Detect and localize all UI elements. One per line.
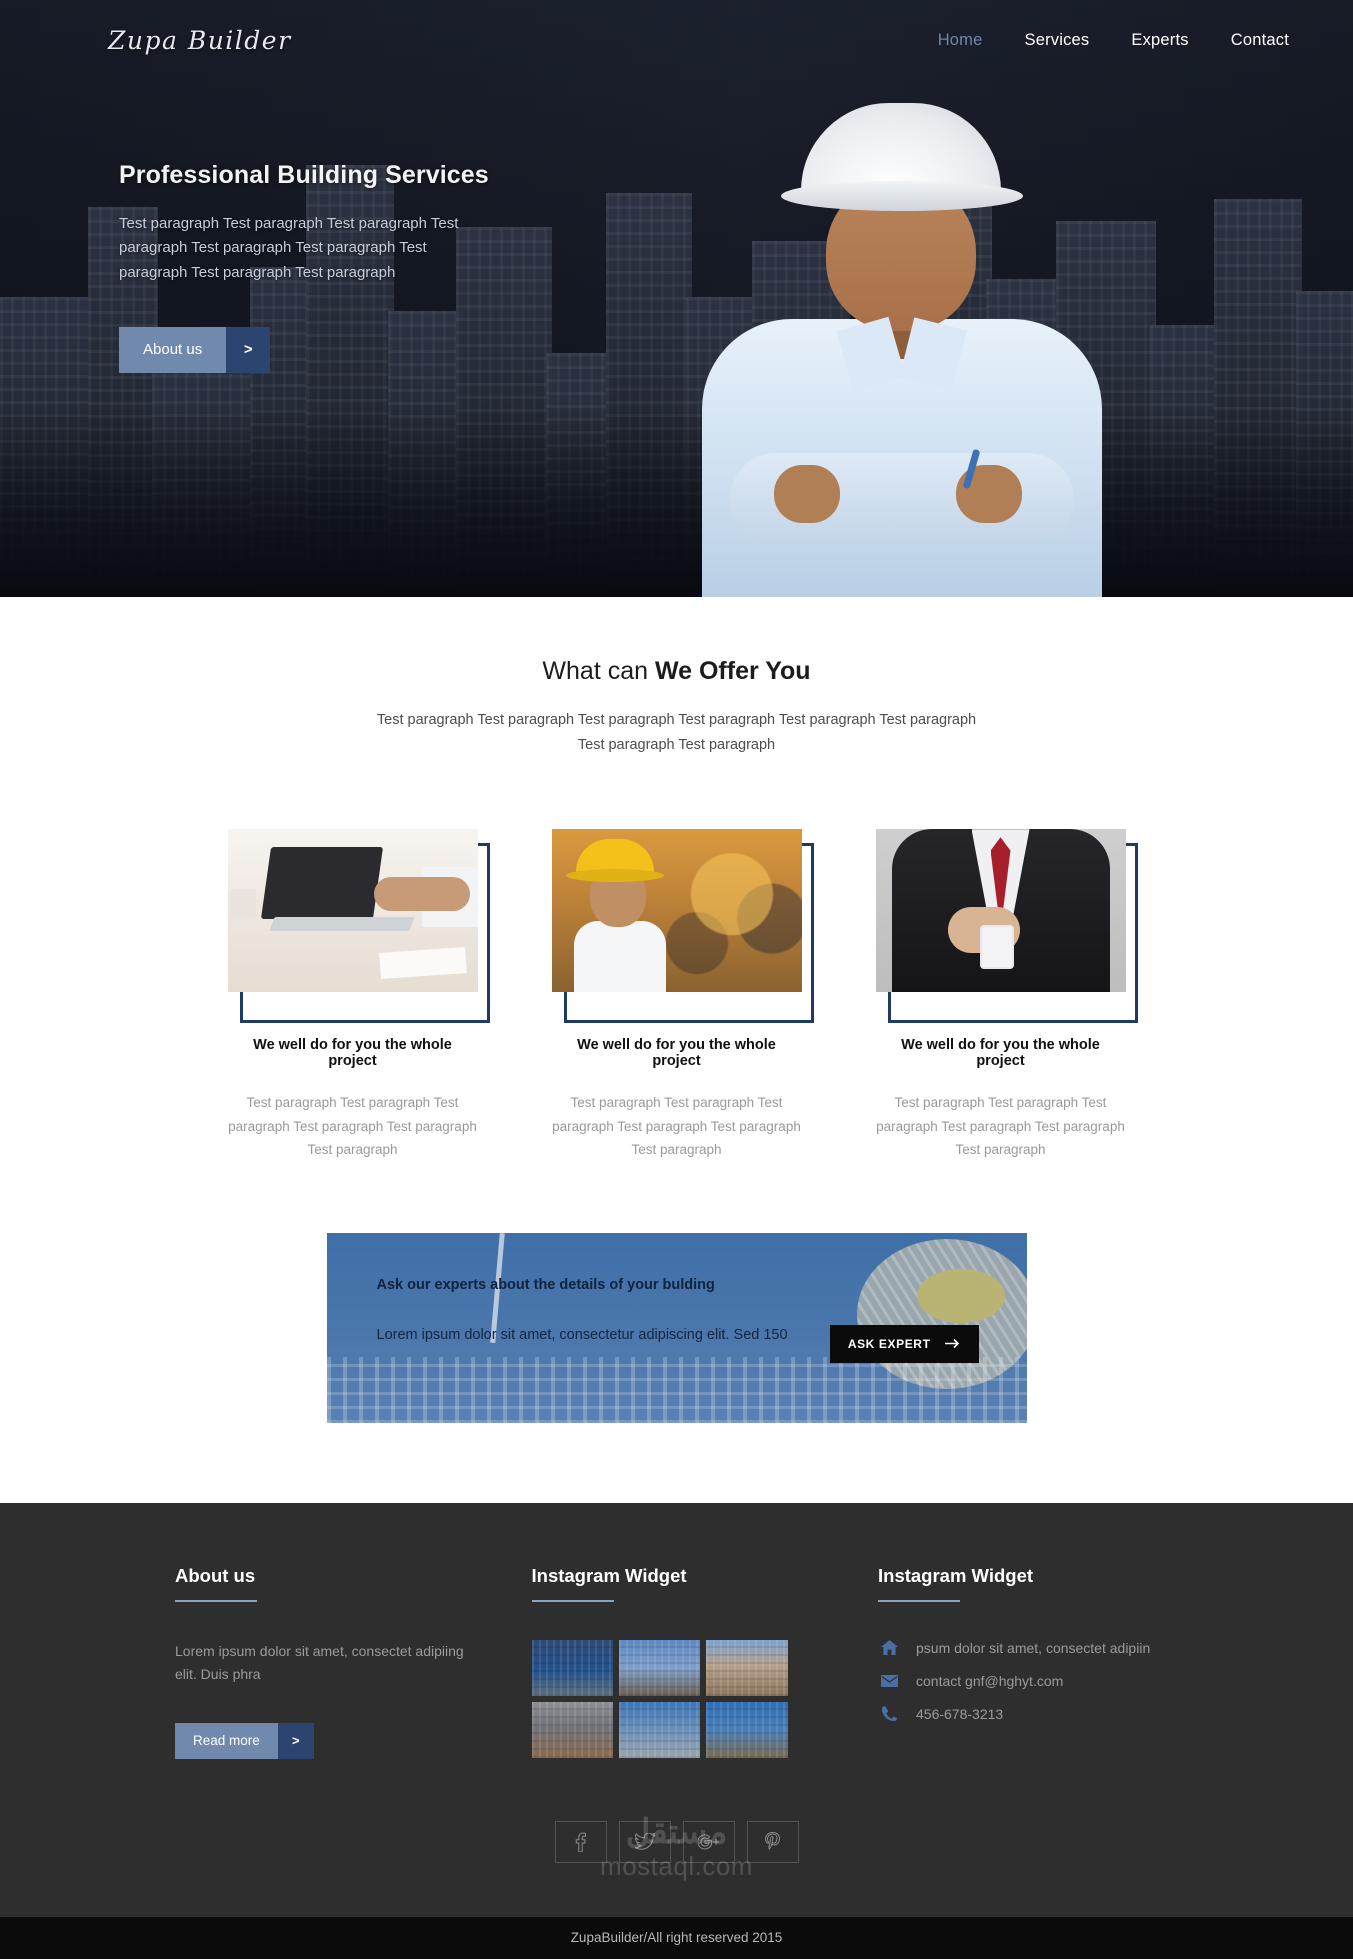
contact-address-row: psum dolor sit amet, consectet adipiin	[878, 1640, 1178, 1656]
hero-paragraph: Test paragraph Test paragraph Test parag…	[119, 215, 459, 281]
offer-card: We well do for you the whole project Tes…	[227, 829, 490, 1161]
facebook-icon[interactable]	[554, 1820, 607, 1863]
card-image-frame	[227, 829, 490, 1024]
arrow-right-icon	[944, 1339, 959, 1349]
card-text: Test paragraph Test paragraph Test parag…	[228, 1095, 477, 1157]
footer-columns: About us Lorem ipsum dolor sit amet, con…	[0, 1565, 1353, 1759]
card-image-frame	[551, 829, 814, 1024]
offer-heading-light: What can	[542, 657, 655, 685]
footer-contact-heading: Instagram Widget	[878, 1564, 1034, 1586]
city-skyline-thumb[interactable]	[618, 1639, 701, 1696]
offer-heading-bold: We Offer You	[654, 657, 811, 685]
footer-instagram-column: Instagram Widget	[531, 1564, 822, 1759]
offer-card: We well do for you the whole project Tes…	[551, 829, 814, 1161]
construction-worker-photo	[551, 829, 802, 993]
about-us-button-label[interactable]: About us	[119, 326, 227, 373]
handing-keys-photo	[875, 829, 1126, 993]
phone-icon	[878, 1706, 900, 1722]
ask-expert-button-label: ASK EXPERT	[847, 1336, 931, 1351]
card-text: Test paragraph Test paragraph Test parag…	[552, 1095, 801, 1157]
offer-subtitle: Test paragraph Test paragraph Test parag…	[376, 712, 977, 753]
main-navigation: Zupa Builder Home Services Experts Conta…	[0, 0, 1353, 55]
highrise-towers-thumb[interactable]	[618, 1701, 701, 1758]
card-title: We well do for you the whole project	[577, 1037, 776, 1070]
nav-item-home[interactable]: Home	[938, 31, 983, 50]
nav-item-contact[interactable]: Contact	[1231, 31, 1289, 50]
two-engineers-thumb[interactable]	[706, 1701, 788, 1758]
heading-underline	[878, 1599, 960, 1602]
about-us-button[interactable]: About us >	[119, 326, 271, 373]
footer-about-column: About us Lorem ipsum dolor sit amet, con…	[175, 1565, 475, 1759]
laptop-desk-photo	[227, 829, 478, 993]
contact-address-value: psum dolor sit amet, consectet adipiin	[916, 1639, 1151, 1656]
offer-heading: What can We Offer You	[0, 657, 1353, 686]
social-links: مستقل mostaql.com	[0, 1759, 1353, 1917]
ask-expert-button[interactable]: ASK EXPERT	[829, 1324, 979, 1363]
home-icon	[878, 1640, 900, 1656]
copyright-bar: ZupaBuilder/All right reserved 2015	[0, 1916, 1353, 1959]
nav-item-services[interactable]: Services	[1025, 31, 1090, 50]
contact-email-value[interactable]: contact gnf@hghyt.com	[916, 1673, 1063, 1689]
about-us-button-arrow-icon[interactable]: >	[226, 326, 271, 373]
offer-card: We well do for you the whole project Tes…	[875, 829, 1138, 1161]
engineer-photo	[668, 97, 1138, 597]
cta-banner: Ask our experts about the details of you…	[326, 1232, 1027, 1423]
site-footer: About us Lorem ipsum dolor sit amet, con…	[0, 1502, 1353, 1959]
twitter-icon[interactable]	[618, 1820, 671, 1863]
footer-about-text: Lorem ipsum dolor sit amet, consectet ad…	[175, 1642, 464, 1683]
hero-section: Zupa Builder Home Services Experts Conta…	[0, 0, 1353, 597]
card-text: Test paragraph Test paragraph Test parag…	[876, 1095, 1125, 1157]
heading-underline	[531, 1599, 614, 1602]
footer-instagram-heading: Instagram Widget	[531, 1564, 687, 1586]
copyright-text: ZupaBuilder/All right reserved 2015	[570, 1930, 783, 1946]
footer-about-heading: About us	[175, 1564, 256, 1586]
read-more-button[interactable]: Read more >	[175, 1722, 314, 1759]
contact-phone-row: 456-678-3213	[878, 1706, 1178, 1722]
card-title: We well do for you the whole project	[253, 1037, 452, 1070]
instagram-thumb-grid	[531, 1639, 788, 1758]
pinterest-icon[interactable]	[746, 1820, 799, 1863]
read-more-button-arrow-icon[interactable]: >	[277, 1722, 314, 1759]
offer-section: What can We Offer You Test paragraph Tes…	[0, 597, 1353, 1503]
card-image-frame	[875, 829, 1138, 1024]
google-plus-icon[interactable]	[682, 1820, 735, 1863]
read-more-button-label[interactable]: Read more	[175, 1722, 278, 1759]
cta-heading: Ask our experts about the details of you…	[376, 1276, 715, 1293]
footer-contact-column: Instagram Widget psum dolor sit amet, co…	[878, 1565, 1178, 1759]
contact-phone-value[interactable]: 456-678-3213	[916, 1706, 1003, 1722]
site-logo[interactable]: Zupa Builder	[108, 26, 292, 55]
nav-item-experts[interactable]: Experts	[1131, 31, 1188, 50]
nav-links: Home Services Experts Contact	[938, 31, 1289, 50]
old-building-thumb[interactable]	[706, 1639, 788, 1696]
modern-house-thumb[interactable]	[531, 1701, 613, 1758]
workers-group-thumb[interactable]	[531, 1639, 613, 1696]
hero-title: Professional Building Services	[119, 161, 489, 189]
heading-underline	[175, 1599, 257, 1602]
contact-email-row: contact gnf@hghyt.com	[878, 1673, 1178, 1689]
hero-copy: Professional Building Services Test para…	[0, 55, 520, 373]
card-title: We well do for you the whole project	[901, 1037, 1100, 1070]
envelope-icon	[878, 1674, 900, 1687]
offer-cards: We well do for you the whole project Tes…	[0, 757, 1353, 1161]
cta-wrapper: Ask our experts about the details of you…	[0, 1161, 1353, 1503]
